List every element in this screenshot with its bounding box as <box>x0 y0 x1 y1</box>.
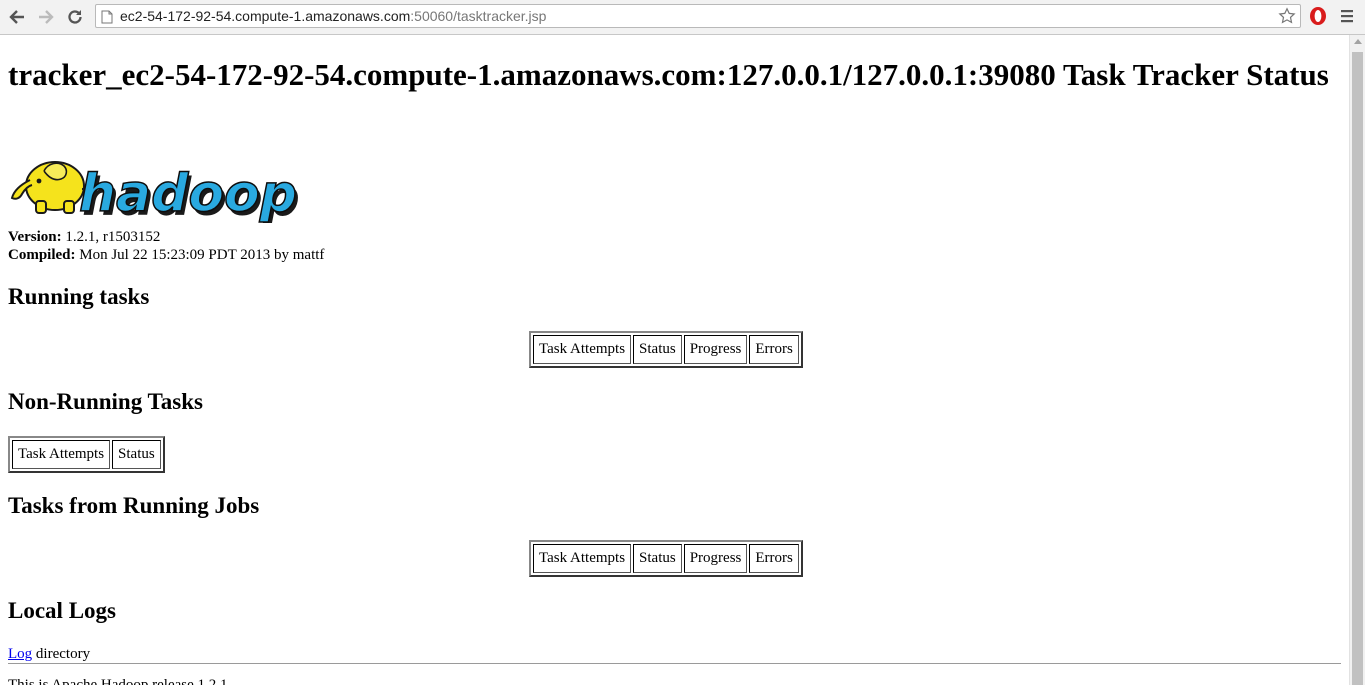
compiled-line: Compiled: Mon Jul 22 15:23:09 PDT 2013 b… <box>8 246 324 264</box>
col-progress: Progress <box>683 544 748 573</box>
footer-text: This is Apache Hadoop release 1.2.1 <box>8 677 228 685</box>
divider <box>8 663 1341 664</box>
hadoop-logo: hadoop hadoop <box>8 149 308 228</box>
address-bar[interactable]: ec2-54-172-92-54.compute-1.amazonaws.com… <box>95 4 1301 28</box>
log-link[interactable]: Log <box>8 646 32 662</box>
opera-extension-icon[interactable] <box>1308 6 1328 26</box>
url-path: :50060/tasktracker.jsp <box>410 8 547 24</box>
version-value: 1.2.1, r1503152 <box>65 229 161 245</box>
table-header-row: Task Attempts Status <box>12 440 161 469</box>
running-tasks-heading: Running tasks <box>8 284 150 309</box>
scroll-up-icon[interactable] <box>1354 39 1362 44</box>
version-info: Version: 1.2.1, r1503152 Compiled: Mon J… <box>8 228 324 264</box>
reload-button[interactable] <box>62 4 88 30</box>
scrollbar-thumb[interactable] <box>1352 52 1363 685</box>
version-label: Version: <box>8 229 62 245</box>
col-task-attempts: Task Attempts <box>533 544 632 573</box>
col-errors: Errors <box>749 335 799 364</box>
url-host: ec2-54-172-92-54.compute-1.amazonaws.com <box>120 8 411 24</box>
back-button[interactable] <box>4 4 30 30</box>
table-header-row: Task Attempts Status Progress Errors <box>533 544 799 573</box>
vertical-scrollbar[interactable] <box>1349 35 1365 685</box>
tasks-running-jobs-heading: Tasks from Running Jobs <box>8 493 260 518</box>
page-icon <box>101 10 113 24</box>
col-progress: Progress <box>683 335 748 364</box>
page-viewport: tracker_ec2-54-172-92-54.compute-1.amazo… <box>0 35 1349 685</box>
hadoop-wordmark: hadoop <box>79 164 297 223</box>
log-link-suffix: directory <box>32 646 91 662</box>
tasks-running-jobs-table: Task Attempts Status Progress Errors <box>529 540 803 577</box>
col-status: Status <box>112 440 161 469</box>
table-header-row: Task Attempts Status Progress Errors <box>533 335 799 364</box>
local-logs-heading: Local Logs <box>8 598 116 623</box>
menu-icon[interactable] <box>1340 8 1354 24</box>
reload-icon <box>68 10 82 24</box>
col-status: Status <box>633 335 682 364</box>
page-title: tracker_ec2-54-172-92-54.compute-1.amazo… <box>8 57 1329 92</box>
back-arrow-icon <box>9 10 24 24</box>
log-directory-line: Log directory <box>8 645 90 663</box>
hadoop-elephant-icon: hadoop hadoop <box>10 161 300 228</box>
col-task-attempts: Task Attempts <box>12 440 111 469</box>
compiled-label: Compiled: <box>8 247 76 263</box>
forward-arrow-icon <box>39 10 54 24</box>
non-running-tasks-heading: Non-Running Tasks <box>8 389 203 414</box>
col-errors: Errors <box>749 544 799 573</box>
col-task-attempts: Task Attempts <box>533 335 632 364</box>
url-text: ec2-54-172-92-54.compute-1.amazonaws.com… <box>120 8 546 24</box>
compiled-value: Mon Jul 22 15:23:09 PDT 2013 by mattf <box>79 247 325 263</box>
forward-button[interactable] <box>33 4 59 30</box>
bookmark-star-icon[interactable] <box>1278 7 1296 25</box>
col-status: Status <box>633 544 682 573</box>
browser-toolbar: ec2-54-172-92-54.compute-1.amazonaws.com… <box>0 0 1365 35</box>
running-tasks-table: Task Attempts Status Progress Errors <box>529 331 803 368</box>
non-running-tasks-table: Task Attempts Status <box>8 436 165 473</box>
version-line: Version: 1.2.1, r1503152 <box>8 228 324 246</box>
